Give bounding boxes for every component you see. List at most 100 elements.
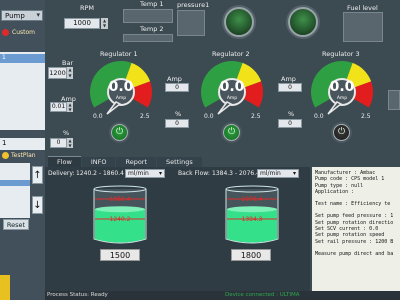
temp1-display bbox=[123, 9, 173, 23]
info-line: Test name : Efficiency te bbox=[315, 201, 391, 208]
temp1-label: Temp 1 bbox=[140, 0, 164, 8]
power-icon: ⏻ bbox=[227, 127, 236, 137]
flow-beaker: 1860.4 1240.2 bbox=[90, 183, 150, 245]
beaker-limit-label: 1860.4 bbox=[110, 196, 131, 203]
reg2-amp-field[interactable]: 0 bbox=[165, 83, 189, 92]
gauge-unit: Amp bbox=[336, 96, 348, 101]
gauge-min-label: 0.0 bbox=[93, 113, 103, 120]
custom-button[interactable]: Custom bbox=[2, 29, 35, 36]
bar-value[interactable]: 1200 bbox=[48, 67, 67, 79]
beaker-liquid-surface bbox=[227, 206, 277, 213]
status-bar: Process Status: Ready Device connected :… bbox=[45, 291, 400, 300]
reg2-pct-field[interactable]: 0 bbox=[165, 119, 189, 128]
custom-label: Custom bbox=[12, 29, 35, 36]
info-line: Set rail pressure : 1200 B bbox=[315, 238, 394, 245]
regulator-title: Regulator 2 bbox=[212, 50, 250, 58]
start-button[interactable] bbox=[0, 275, 10, 300]
rpm-stepper[interactable]: ▲ ▼ bbox=[101, 18, 108, 29]
pump-select[interactable]: Pump bbox=[1, 10, 43, 21]
gauge-unit: Amp bbox=[226, 96, 238, 101]
device-status: Device connected : ULTIMA bbox=[225, 292, 300, 298]
temp2-label: Temp 2 bbox=[140, 25, 164, 33]
regulator-power-button[interactable]: ⏻ bbox=[111, 124, 128, 141]
gauge-unit: Amp bbox=[115, 96, 127, 101]
list-item[interactable]: 1 bbox=[0, 54, 45, 63]
pct-stepper[interactable]: ▲ ▼ bbox=[67, 138, 73, 148]
reset-button[interactable]: Reset bbox=[3, 219, 29, 230]
delivery-range: 1240.2 - 1860.4 bbox=[76, 170, 124, 177]
right-indicator bbox=[388, 90, 400, 110]
beaker-liquid bbox=[227, 209, 277, 243]
amp-value[interactable]: 0.01 bbox=[50, 102, 67, 112]
flow-beaker: 2076.4 1384.3 bbox=[222, 183, 282, 245]
testplan-list[interactable] bbox=[0, 163, 30, 218]
backflow-label: Back Flow: bbox=[178, 170, 210, 177]
flow-status-lamp bbox=[288, 7, 318, 37]
pct-spinner[interactable]: 0 ▲ ▼ bbox=[50, 138, 73, 148]
gauge-max-label: 2.5 bbox=[140, 113, 150, 120]
reg2-amp-label: Amp bbox=[167, 75, 182, 83]
amp-spinner[interactable]: 0.01 ▲ ▼ bbox=[50, 102, 73, 112]
delivery-label: Delivery: bbox=[48, 170, 75, 177]
left-panel bbox=[0, 0, 45, 300]
bar-label: Bar bbox=[62, 59, 74, 67]
pressure1-display bbox=[177, 10, 205, 36]
regulator-gauge: 0.0 Amp bbox=[197, 59, 267, 117]
power-icon: ⏻ bbox=[337, 127, 346, 137]
regulator-gauge: 0.0 Amp bbox=[86, 59, 156, 117]
beaker-liquid-surface bbox=[95, 206, 145, 213]
f1-field[interactable]: 1 bbox=[0, 138, 45, 150]
beaker-limit-label: 1384.3 bbox=[242, 216, 263, 223]
testplan-indicator-icon bbox=[2, 152, 9, 159]
reg2-pct-label: % bbox=[175, 110, 182, 118]
regulator-power-button[interactable]: ⏻ bbox=[223, 124, 240, 141]
beaker-liquid bbox=[95, 209, 145, 243]
power-icon: ⏻ bbox=[115, 127, 124, 137]
backflow-range: 1384.3 - 2076.4 bbox=[212, 170, 260, 177]
regulator-gauge: 0.0 Amp bbox=[307, 59, 377, 117]
gauge-max-label: 2.5 bbox=[361, 113, 371, 120]
pressure1-label: pressure1 bbox=[177, 1, 210, 9]
chevron-down-icon: ▾ bbox=[292, 170, 296, 177]
delivery-unit-select[interactable]: ml/min ▾ bbox=[125, 169, 165, 178]
bar-spinner[interactable]: 1200 ▲ ▼ bbox=[48, 67, 73, 79]
beaker-value: 1500 bbox=[100, 249, 140, 261]
info-panel: Manufacturer : Ambac Pump code : CPS mode… bbox=[312, 167, 400, 292]
pump-status-lamp bbox=[224, 7, 254, 37]
regulator-power-button[interactable]: ⏻ bbox=[333, 124, 350, 141]
bar-stepper[interactable]: ▲ ▼ bbox=[67, 67, 73, 79]
move-down-button[interactable]: ↓ bbox=[32, 196, 43, 214]
move-up-button[interactable]: ↑ bbox=[32, 166, 43, 184]
arrow-down-icon: ↓ bbox=[33, 200, 42, 211]
backflow-unit: ml/min bbox=[260, 170, 281, 177]
amp-stepper[interactable]: ▲ ▼ bbox=[67, 102, 73, 112]
temp2-display bbox=[123, 34, 173, 42]
beaker-limit-label: 1240.2 bbox=[110, 216, 131, 223]
tab-bar: Flow INFO Report Settings bbox=[48, 156, 203, 168]
custom-indicator-icon bbox=[2, 29, 9, 36]
info-line: Measure pump direct and ba bbox=[315, 250, 394, 257]
info-line: Set pump feed pressure : 1 bbox=[315, 213, 394, 220]
reg3-pct-label: % bbox=[288, 110, 295, 118]
tab-flow[interactable]: Flow bbox=[48, 156, 81, 167]
reg3-amp-field[interactable]: 0 bbox=[278, 83, 302, 92]
pct-value[interactable]: 0 bbox=[50, 138, 67, 148]
gauge-max-label: 2.5 bbox=[251, 113, 261, 120]
regulator-title: Regulator 3 bbox=[322, 50, 360, 58]
regulator-title: Regulator 1 bbox=[100, 50, 138, 58]
rpm-value[interactable]: 1000 bbox=[64, 18, 100, 29]
backflow-unit-select[interactable]: ml/min ▾ bbox=[257, 169, 299, 178]
delivery-unit: ml/min bbox=[128, 170, 149, 177]
reg3-pct-field[interactable]: 0 bbox=[278, 119, 302, 128]
rpm-spinner[interactable]: 1000 ▲ ▼ bbox=[64, 18, 108, 29]
arrow-up-icon: ↑ bbox=[33, 170, 42, 181]
gauge-value: 0.0 bbox=[329, 79, 355, 95]
gauge-min-label: 0.0 bbox=[314, 113, 324, 120]
rpm-label: RPM bbox=[80, 4, 95, 12]
pump-list[interactable]: 1 bbox=[0, 52, 45, 130]
testplan-button[interactable]: TestPlan bbox=[2, 152, 36, 159]
fuel-level-display bbox=[343, 12, 383, 42]
gauge-min-label: 0.0 bbox=[204, 113, 214, 120]
reg3-amp-label: Amp bbox=[281, 75, 296, 83]
list-item[interactable] bbox=[0, 180, 30, 186]
